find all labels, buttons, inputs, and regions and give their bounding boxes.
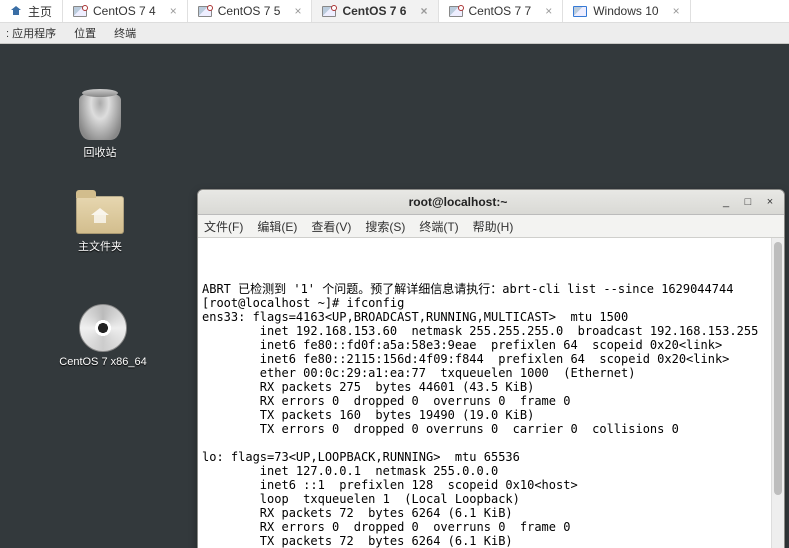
tab-centos-7-7[interactable]: CentOS 7 7 × — [439, 0, 564, 22]
desktop-icon-trash[interactable]: 回收站 — [60, 94, 140, 160]
folder-icon — [76, 196, 124, 234]
terminal-titlebar[interactable]: root@localhost:~ _ □ × — [198, 190, 784, 215]
tab-label: Windows 10 — [593, 4, 658, 18]
maximize-button[interactable]: □ — [740, 194, 756, 210]
terminal-window: root@localhost:~ _ □ × 文件(F) 编辑(E) 查看(V)… — [197, 189, 785, 548]
terminal-body[interactable]: ABRT 已检测到 '1' 个问题。预了解详细信息请执行：abrt-cli li… — [198, 238, 784, 548]
vm-icon — [449, 6, 463, 17]
home-glyph — [91, 208, 109, 222]
menu-help[interactable]: 帮助(H) — [473, 218, 514, 235]
icon-label: 主文件夹 — [60, 238, 140, 254]
tab-home[interactable]: 主页 — [0, 0, 63, 22]
panel-applications[interactable]: : 应用程序 — [6, 25, 56, 41]
tab-label: CentOS 7 5 — [218, 4, 281, 18]
icon-label: 回收站 — [60, 144, 140, 160]
desktop-icon-home-folder[interactable]: 主文件夹 — [60, 196, 140, 254]
panel-places[interactable]: 位置 — [74, 25, 96, 41]
trash-icon — [79, 94, 121, 140]
terminal-title: root@localhost:~ — [204, 195, 712, 209]
terminal-output: ABRT 已检测到 '1' 个问题。预了解详细信息请执行：abrt-cli li… — [202, 282, 780, 548]
menu-edit[interactable]: 编辑(E) — [257, 218, 297, 235]
home-icon — [10, 6, 22, 16]
scrollbar[interactable] — [771, 238, 784, 548]
disc-icon — [79, 304, 127, 352]
close-icon[interactable]: × — [420, 4, 427, 18]
desktop-icon-install-disc[interactable]: CentOS 7 x86_64 — [58, 304, 148, 368]
tab-windows-10[interactable]: Windows 10 × — [563, 0, 690, 22]
vm-icon — [573, 6, 587, 17]
vm-gnome-panel: : 应用程序 位置 终端 — [0, 23, 789, 44]
tab-label: CentOS 7 6 — [342, 4, 406, 18]
panel-terminal[interactable]: 终端 — [114, 25, 136, 41]
tab-centos-7-6[interactable]: CentOS 7 6 × — [312, 0, 438, 22]
close-icon[interactable]: × — [170, 4, 177, 18]
scrollbar-thumb[interactable] — [774, 242, 782, 495]
tab-label: CentOS 7 4 — [93, 4, 156, 18]
vm-icon — [322, 6, 336, 17]
minimize-button[interactable]: _ — [718, 194, 734, 210]
tab-centos-7-5[interactable]: CentOS 7 5 × — [188, 0, 313, 22]
menu-file[interactable]: 文件(F) — [204, 218, 243, 235]
tab-centos-7-4[interactable]: CentOS 7 4 × — [63, 0, 188, 22]
vm-icon — [73, 6, 87, 17]
host-tabbar: 主页 CentOS 7 4 × CentOS 7 5 × CentOS 7 6 … — [0, 0, 789, 23]
vm-icon — [198, 6, 212, 17]
close-icon[interactable]: × — [294, 4, 301, 18]
icon-label: CentOS 7 x86_64 — [58, 356, 148, 368]
menu-terminal[interactable]: 终端(T) — [419, 218, 458, 235]
vm-desktop[interactable]: 回收站 主文件夹 CentOS 7 x86_64 root@localhost:… — [0, 44, 789, 548]
tab-home-label: 主页 — [28, 3, 52, 20]
close-button[interactable]: × — [762, 194, 778, 210]
menu-view[interactable]: 查看(V) — [311, 218, 351, 235]
close-icon[interactable]: × — [545, 4, 552, 18]
terminal-menubar: 文件(F) 编辑(E) 查看(V) 搜索(S) 终端(T) 帮助(H) — [198, 215, 784, 238]
close-icon[interactable]: × — [673, 4, 680, 18]
tab-label: CentOS 7 7 — [469, 4, 532, 18]
menu-search[interactable]: 搜索(S) — [365, 218, 405, 235]
